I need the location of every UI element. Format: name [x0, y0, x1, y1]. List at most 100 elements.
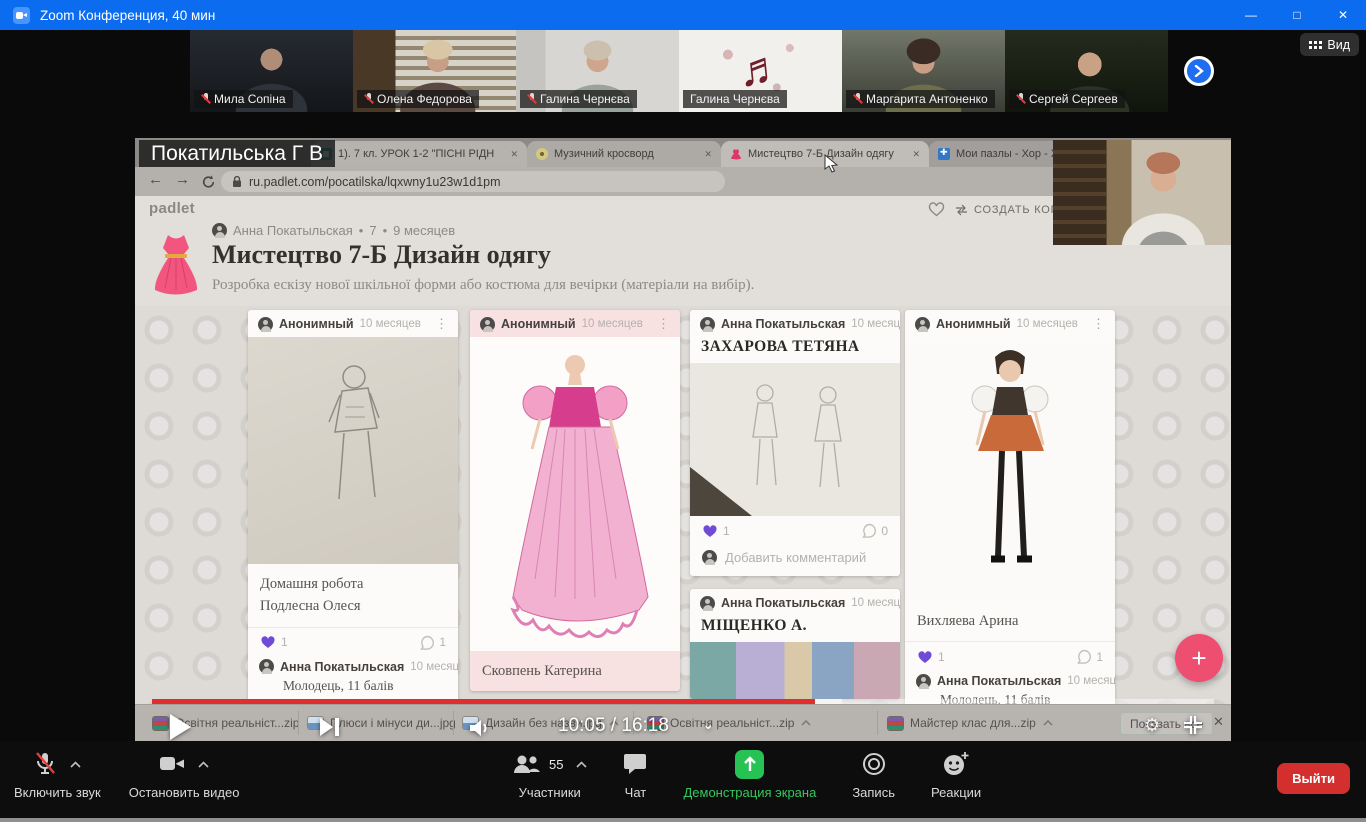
- card-caption: Сковпень Катерина: [482, 660, 668, 682]
- chevron-up-icon[interactable]: [198, 761, 209, 768]
- like-heart-icon[interactable]: [260, 635, 276, 649]
- chevron-up-icon[interactable]: [801, 720, 811, 726]
- comment-bubble-icon[interactable]: [861, 523, 877, 538]
- avatar: [915, 317, 930, 332]
- card-menu-icon[interactable]: ⋮: [657, 316, 670, 332]
- board-count: 7: [369, 223, 376, 238]
- chevron-up-icon[interactable]: [1043, 720, 1053, 726]
- padlet-card[interactable]: Анонимный 10 месяцев ⋮: [905, 310, 1115, 718]
- shared-screen: 1). 7 кл. УРОК 1-2 "ПІСНІ РІДН ✕ Музични…: [135, 138, 1231, 741]
- chat-bubble-icon: [623, 752, 647, 776]
- tab-close-icon[interactable]: ✕: [504, 149, 518, 160]
- participant-tile[interactable]: Сергей Сергеев: [1005, 30, 1168, 112]
- comment-bubble-icon[interactable]: [1076, 649, 1092, 664]
- record-icon: [861, 751, 887, 777]
- browser-tab[interactable]: 1). 7 кл. УРОК 1-2 "ПІСНІ РІДН ✕: [311, 141, 527, 167]
- tab-close-icon[interactable]: ✕: [698, 149, 712, 160]
- padlet-card[interactable]: Анонимный 10 месяцев ⋮: [470, 310, 680, 691]
- window-title: Zoom Конференция, 40 мин: [40, 8, 215, 23]
- avatar: [480, 317, 495, 332]
- padlet-logo: padlet: [149, 200, 195, 217]
- like-heart-icon[interactable]: [702, 524, 718, 538]
- address-bar[interactable]: ru.padlet.com/pocatilska/lqxwny1u23w1d1p…: [221, 171, 725, 192]
- zoom-toolbar: Включить звук Остановить видео: [0, 741, 1366, 818]
- mouse-cursor: [823, 154, 839, 174]
- card-image-sketch[interactable]: [248, 337, 458, 564]
- comment-count: 1: [439, 635, 446, 649]
- presenter-webcam[interactable]: [1053, 140, 1231, 245]
- card-caption: Домашня робота: [260, 573, 446, 595]
- download-item[interactable]: Освітня реальніст...zip: [648, 705, 811, 741]
- board-subtitle: Розробка ескізу нової шкільної форми або…: [212, 277, 754, 294]
- participant-name: Галина Чернєва: [690, 92, 780, 106]
- chevron-down-icon[interactable]: ⌄: [702, 715, 715, 733]
- card-menu-icon[interactable]: ⋮: [1092, 316, 1105, 332]
- participant-count: 55: [549, 757, 563, 772]
- lock-icon: [232, 175, 242, 188]
- padlet-card[interactable]: Анна Покатыльская 10 месяцев ⋮ МІЩЕНКО А…: [690, 589, 900, 699]
- card-comment: Анна Покатыльская 10 месяцев ⋮ Молодець,…: [248, 657, 458, 704]
- card-caption: Подлесна Олеся: [260, 595, 446, 617]
- card-image-pink-dress[interactable]: [470, 337, 680, 651]
- avatar: [702, 550, 717, 565]
- chat-button[interactable]: Чат: [623, 750, 647, 800]
- avatar: [700, 317, 715, 332]
- participant-tile[interactable]: ♬ Галина Чернєва: [679, 30, 842, 112]
- avatar: [916, 674, 931, 689]
- fashion-sketch: [258, 343, 448, 558]
- zoom-window: Zoom Конференция, 40 мин — □ ✕ Мила Сопі…: [0, 0, 1366, 822]
- card-image-collage[interactable]: [690, 642, 900, 699]
- chevron-up-icon[interactable]: [576, 761, 587, 768]
- padlet-dress-favicon: [730, 148, 742, 160]
- card-menu-icon[interactable]: ⋮: [435, 316, 448, 332]
- play-button[interactable]: [170, 714, 191, 740]
- back-icon[interactable]: ←: [148, 171, 163, 188]
- close-button[interactable]: ✕: [1320, 0, 1366, 30]
- downloads-close-icon[interactable]: ✕: [1213, 714, 1224, 730]
- view-button[interactable]: Вид: [1300, 33, 1359, 56]
- stop-video-button[interactable]: Остановить видео: [129, 750, 240, 800]
- crossword-favicon: [536, 148, 548, 160]
- leave-button[interactable]: Выйти: [1277, 763, 1350, 794]
- participant-tile[interactable]: Галина Чернєва: [516, 30, 679, 112]
- heart-outline-icon[interactable]: [928, 202, 945, 217]
- exit-fullscreen-icon[interactable]: [1182, 714, 1204, 736]
- card-image-girl-drawing[interactable]: [905, 337, 1115, 601]
- participant-tile[interactable]: Мила Сопіна: [190, 30, 353, 112]
- volume-icon[interactable]: [468, 718, 492, 738]
- chevron-up-icon[interactable]: [70, 761, 81, 768]
- record-button[interactable]: Запись: [852, 750, 895, 800]
- minimize-button[interactable]: —: [1228, 0, 1274, 30]
- tab-close-icon[interactable]: ✕: [906, 149, 920, 160]
- participant-name: Мила Сопіна: [214, 92, 286, 106]
- reactions-button[interactable]: Реакции: [931, 750, 981, 800]
- card-caption: Вихляева Арина: [917, 610, 1103, 632]
- participants-button[interactable]: 55 Участники: [512, 750, 587, 800]
- forward-icon[interactable]: →: [175, 171, 190, 188]
- participant-tile[interactable]: Маргарита Антоненко: [842, 30, 1005, 112]
- remake-icon: [955, 204, 968, 216]
- padlet-add-post-button[interactable]: +: [1175, 634, 1223, 682]
- reload-icon[interactable]: [201, 174, 216, 189]
- comment-count: 1: [1096, 650, 1103, 664]
- unmute-button[interactable]: Включить звук: [14, 750, 101, 800]
- avatar: [700, 596, 715, 611]
- browser-tab[interactable]: Музичний кросворд ✕: [527, 141, 721, 167]
- padlet-card[interactable]: Анна Покатыльская 10 месяцев ⋮ ЗАХАРОВА …: [690, 310, 900, 576]
- download-item[interactable]: Майстер клас для...zip: [888, 705, 1053, 741]
- settings-gear-icon[interactable]: ⚙: [1144, 715, 1160, 736]
- comment-bubble-icon[interactable]: [419, 635, 435, 650]
- next-participants-button[interactable]: [1184, 56, 1214, 86]
- participant-strip: Мила Сопіна Олена Федорова Галина Чернєв…: [190, 30, 1168, 112]
- like-heart-icon[interactable]: [917, 650, 933, 664]
- video-progress-bar[interactable]: [152, 699, 1214, 704]
- card-image-sketch[interactable]: [690, 363, 900, 516]
- padlet-card[interactable]: Анонимный 10 месяцев ⋮: [248, 310, 458, 704]
- participant-tile[interactable]: Олена Федорова: [353, 30, 516, 112]
- maximize-button[interactable]: □: [1274, 0, 1320, 30]
- girl-outfit-drawing: [905, 337, 1115, 601]
- add-comment-field[interactable]: Добавить комментарий: [690, 545, 900, 576]
- share-screen-button[interactable]: Демонстрация экрана: [683, 750, 816, 800]
- next-track-button[interactable]: [320, 718, 339, 736]
- pink-dress-drawing: [470, 337, 680, 651]
